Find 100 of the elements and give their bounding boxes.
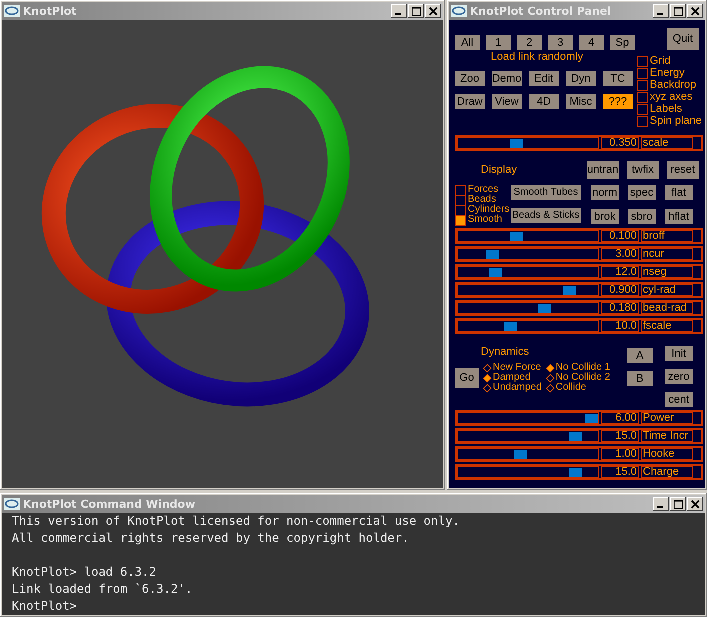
slider-reading: 10.0 — [601, 320, 639, 332]
option-label: xyz axes — [650, 91, 693, 103]
slider-track[interactable] — [457, 320, 599, 332]
slider-name: Power — [641, 412, 693, 424]
checkbox[interactable] — [637, 68, 648, 78]
slider-thumb[interactable] — [510, 232, 523, 241]
maximize-icon — [674, 500, 682, 508]
slider-reading: 3.00 — [601, 248, 639, 260]
app-logo-icon — [4, 498, 20, 510]
checkbox[interactable] — [637, 116, 648, 126]
shading-button[interactable]: sbro — [628, 209, 656, 224]
slider-thumb[interactable] — [538, 304, 551, 313]
style-button[interactable]: Smooth Tubes — [511, 185, 581, 200]
shading-button[interactable]: norm — [591, 185, 619, 200]
mode-button[interactable]: Demo — [492, 71, 522, 86]
tool-button[interactable]: reset — [667, 161, 699, 179]
slider-reading: 0.350 — [601, 137, 639, 149]
load-button[interactable]: Sp — [610, 35, 635, 50]
slider-track[interactable] — [457, 412, 599, 424]
radio-diamond-icon[interactable] — [483, 364, 492, 372]
maximize-button[interactable] — [670, 497, 686, 511]
minimize-button[interactable] — [653, 497, 669, 511]
slider-track[interactable] — [457, 466, 599, 478]
section-heading: Dynamics — [481, 346, 530, 358]
shading-button[interactable]: brok — [591, 209, 619, 224]
mode-button[interactable]: 4D — [529, 94, 559, 109]
shading-button[interactable]: hflat — [665, 209, 693, 224]
maximize-button[interactable] — [670, 4, 686, 18]
checkbox[interactable] — [455, 194, 466, 206]
slider-track[interactable] — [457, 284, 599, 296]
mode-button[interactable]: TC — [603, 71, 633, 86]
tool-button[interactable]: untran — [587, 161, 619, 179]
radio-diamond-icon[interactable] — [546, 374, 555, 382]
slider-thumb[interactable] — [563, 286, 576, 295]
preset-button[interactable]: A — [627, 348, 653, 363]
window-title: KnotPlot Command Window — [23, 498, 196, 510]
checkbox[interactable] — [637, 104, 648, 114]
slider-thumb[interactable] — [486, 250, 499, 259]
load-button[interactable]: 3 — [548, 35, 573, 50]
close-button[interactable] — [687, 497, 703, 511]
mode-button[interactable]: Zoo — [455, 71, 485, 86]
go-button[interactable]: Go — [455, 368, 479, 388]
quit-button[interactable]: Quit — [667, 28, 699, 50]
mode-button[interactable]: Edit — [529, 71, 559, 86]
slider-thumb[interactable] — [585, 414, 598, 423]
option-label: Forces — [468, 185, 499, 195]
slider-track[interactable] — [457, 448, 599, 460]
slider-track[interactable] — [457, 302, 599, 314]
dynamics-button[interactable]: cent — [665, 392, 693, 407]
load-button[interactable]: 4 — [579, 35, 604, 50]
checkbox[interactable] — [637, 92, 648, 102]
preset-button[interactable]: B — [627, 371, 653, 386]
slider-thumb[interactable] — [504, 322, 518, 331]
minimize-icon — [657, 506, 663, 508]
checkbox[interactable] — [455, 184, 466, 196]
mode-button[interactable]: Dyn — [566, 71, 596, 86]
minimize-button[interactable] — [391, 4, 407, 18]
load-button[interactable]: 2 — [517, 35, 542, 50]
radio-diamond-icon[interactable] — [483, 374, 492, 382]
dynamics-button[interactable]: zero — [665, 369, 693, 384]
radio-label: No Collide 1 — [556, 363, 610, 373]
checkbox[interactable] — [637, 80, 648, 90]
maximize-button[interactable] — [408, 4, 424, 18]
slider-reading: 12.0 — [601, 266, 639, 278]
window-title: KnotPlot Control Panel — [470, 4, 612, 18]
slider-track[interactable] — [457, 137, 599, 149]
slider-thumb[interactable] — [568, 468, 582, 477]
radio-diamond-icon[interactable] — [546, 384, 555, 392]
mode-button[interactable]: Misc — [566, 94, 596, 109]
mode-button[interactable]: Draw — [455, 94, 485, 109]
app-logo-icon — [4, 5, 20, 17]
maximize-icon — [412, 6, 420, 16]
tool-button[interactable]: twfix — [627, 161, 659, 179]
slider-thumb[interactable] — [568, 432, 582, 441]
dynamics-button[interactable]: Init — [665, 346, 693, 361]
slider-reading: 0.180 — [601, 302, 639, 314]
radio-label: Undamped — [493, 383, 542, 393]
slider-track[interactable] — [457, 430, 599, 442]
slider-thumb[interactable] — [510, 139, 523, 148]
checkbox[interactable] — [455, 214, 466, 226]
slider-track[interactable] — [457, 230, 599, 242]
load-button[interactable]: 1 — [486, 35, 511, 50]
slider-thumb[interactable] — [514, 450, 527, 459]
radio-diamond-icon[interactable] — [546, 364, 555, 372]
load-button[interactable]: All — [455, 35, 480, 50]
mode-button[interactable]: ??? — [603, 94, 633, 109]
close-button[interactable] — [425, 4, 441, 18]
minimize-button[interactable] — [653, 4, 669, 18]
style-button[interactable]: Beads & Sticks — [511, 208, 581, 223]
slider-track[interactable] — [457, 266, 599, 278]
slider-track[interactable] — [457, 248, 599, 260]
shading-button[interactable]: flat — [665, 185, 693, 200]
slider-name: Hooke — [641, 448, 693, 460]
close-button[interactable] — [687, 4, 703, 18]
mode-button[interactable]: View — [492, 94, 522, 109]
checkbox[interactable] — [637, 56, 648, 66]
shading-button[interactable]: spec — [628, 185, 656, 200]
radio-diamond-icon[interactable] — [483, 384, 492, 392]
console-output[interactable]: This version of KnotPlot licensed for non-commercial use only. All commercial rights reserved by the copyright holder. KnotPlot> load 6.3.2 Link loaded from `6.3.2'. KnotPlot> — [2, 513, 705, 615]
slider-thumb[interactable] — [488, 268, 502, 277]
